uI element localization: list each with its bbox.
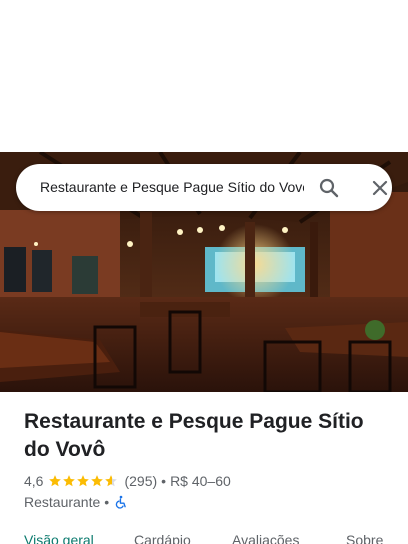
- close-icon[interactable]: [368, 176, 392, 200]
- review-count[interactable]: (295): [124, 473, 157, 489]
- star-rating[interactable]: [48, 474, 118, 488]
- category-row: Restaurante •: [24, 493, 128, 511]
- star-icon: [63, 475, 76, 487]
- search-icon[interactable]: [317, 176, 341, 200]
- rating-row: 4,6 (295) • R$ 40–60: [24, 472, 231, 490]
- star-icon: [49, 475, 62, 487]
- star-icon: [91, 475, 104, 487]
- category-separator: •: [104, 494, 110, 510]
- place-title: Restaurante e Pesque Pague Sítio do Vovô: [24, 410, 364, 461]
- search-bar[interactable]: Restaurante e Pesque Pague Sítio do Vovô: [16, 164, 392, 211]
- tab-about[interactable]: Sobre: [346, 532, 383, 544]
- star-icon: [105, 475, 118, 487]
- rating-separator: •: [161, 473, 167, 489]
- blank-header-area: [0, 0, 408, 152]
- tab-overview[interactable]: Visão geral: [24, 532, 94, 544]
- price-range: R$ 40–60: [170, 473, 231, 489]
- place-tabs: Visão geral Cardápio Avaliações Sobre: [0, 530, 408, 544]
- tab-reviews[interactable]: Avaliações: [232, 532, 299, 544]
- tab-menu[interactable]: Cardápio: [134, 532, 191, 544]
- search-input[interactable]: Restaurante e Pesque Pague Sítio do Vovô: [40, 179, 304, 195]
- star-icon: [77, 475, 90, 487]
- wheelchair-icon: [115, 495, 126, 509]
- place-category[interactable]: Restaurante: [24, 494, 100, 510]
- rating-value: 4,6: [24, 473, 44, 489]
